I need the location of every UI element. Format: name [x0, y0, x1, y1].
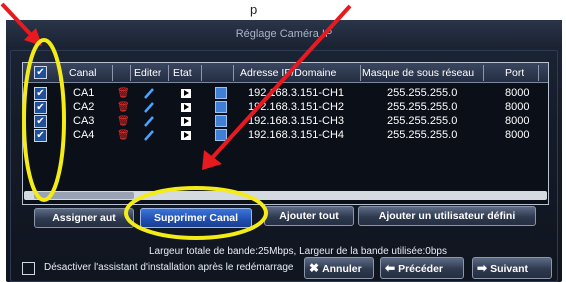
- mask-cell: 255.255.255.0: [387, 101, 458, 113]
- header-separator: [360, 65, 361, 81]
- add-all-button[interactable]: Ajouter tout: [264, 206, 354, 226]
- table-row[interactable]: ✔ CA1 🗑 192.168.3.151-CH1 255.255.255.0 …: [23, 87, 548, 100]
- pencil-icon[interactable]: [143, 101, 155, 114]
- canal-cell: CA2: [73, 101, 95, 113]
- edit-icon[interactable]: [215, 129, 227, 141]
- col-mask[interactable]: Masque de sous réseau: [362, 63, 480, 83]
- col-canal[interactable]: Canal: [69, 63, 96, 83]
- mask-cell: 255.255.255.0: [387, 115, 458, 127]
- header-separator: [233, 65, 234, 81]
- header-separator: [168, 65, 169, 81]
- trash-icon[interactable]: 🗑: [117, 88, 130, 99]
- table-row[interactable]: ✔ CA4 🗑 192.168.3.151-CH4 255.255.255.0 …: [23, 129, 548, 142]
- address-cell: 192.168.3.151-CH3: [248, 115, 345, 127]
- header-separator: [538, 65, 539, 81]
- cancel-label: Annuler: [322, 263, 362, 275]
- canal-cell: CA3: [73, 115, 95, 127]
- row-checkbox[interactable]: ✔: [34, 101, 47, 114]
- address-cell: 192.168.3.151-CH2: [248, 101, 345, 113]
- edit-icon[interactable]: [215, 101, 227, 113]
- header-separator: [483, 65, 484, 81]
- port-cell: 8000: [505, 129, 530, 141]
- address-cell: 192.168.3.151-CH1: [248, 87, 345, 99]
- scrollbar-thumb[interactable]: [34, 192, 134, 199]
- horizontal-scrollbar[interactable]: [24, 191, 547, 200]
- trash-icon[interactable]: 🗑: [117, 102, 130, 113]
- next-button[interactable]: ➡ Suivant: [472, 257, 552, 279]
- table-row[interactable]: ✔ CA3 🗑 192.168.3.151-CH3 255.255.255.0 …: [23, 115, 548, 128]
- row-checkbox[interactable]: ✔: [34, 129, 47, 142]
- next-label: Suivant: [490, 263, 528, 275]
- port-cell: 8000: [505, 115, 530, 127]
- header-separator: [112, 65, 113, 81]
- pencil-icon[interactable]: [143, 115, 155, 128]
- play-icon[interactable]: [181, 103, 191, 112]
- check-icon: ✔: [36, 116, 45, 127]
- mask-cell: 255.255.255.0: [387, 129, 458, 141]
- canal-cell: CA1: [73, 87, 95, 99]
- disable-wizard-checkbox[interactable]: [22, 262, 35, 275]
- assign-button[interactable]: Assigner aut: [34, 208, 134, 228]
- mask-cell: 255.255.255.0: [387, 87, 458, 99]
- header-separator: [59, 65, 60, 81]
- top-caption-text: p: [250, 2, 258, 17]
- header-separator: [201, 65, 202, 81]
- arrow-left-icon: ⬅: [385, 261, 396, 275]
- pencil-icon[interactable]: [143, 87, 155, 100]
- col-etat[interactable]: Etat: [173, 63, 192, 83]
- play-icon[interactable]: [181, 131, 191, 140]
- check-icon: ✔: [36, 102, 45, 113]
- table-row[interactable]: ✔ CA2 🗑 192.168.3.151-CH2 255.255.255.0 …: [23, 101, 548, 114]
- delete-channel-button[interactable]: Supprimer Canal: [140, 208, 252, 228]
- close-icon: ✖: [309, 261, 320, 275]
- port-cell: 8000: [505, 101, 530, 113]
- trash-icon[interactable]: 🗑: [117, 116, 130, 127]
- row-checkbox[interactable]: ✔: [34, 115, 47, 128]
- previous-label: Précéder: [398, 263, 444, 275]
- check-icon: ✔: [36, 88, 45, 99]
- bandwidth-status: Largeur totale de bande:25Mbps, Largeur …: [149, 246, 447, 257]
- canal-cell: CA4: [73, 129, 95, 141]
- play-icon[interactable]: [181, 117, 191, 126]
- header-separator: [130, 65, 131, 81]
- previous-button[interactable]: ⬅ Précéder: [380, 257, 464, 279]
- trash-icon[interactable]: 🗑: [117, 130, 130, 141]
- address-cell: 192.168.3.151-CH4: [248, 129, 345, 141]
- cancel-button[interactable]: ✖ Annuler: [304, 257, 374, 279]
- table-header: ✔ Canal Editer Etat Adresse IP/Domaine M…: [23, 63, 548, 83]
- edit-icon[interactable]: [215, 115, 227, 127]
- col-editer[interactable]: Editer: [134, 63, 161, 83]
- check-icon: ✔: [36, 130, 45, 141]
- edit-icon[interactable]: [215, 87, 227, 99]
- col-port[interactable]: Port: [505, 63, 524, 83]
- row-checkbox[interactable]: ✔: [34, 87, 47, 100]
- disable-wizard-label: Désactiver l'assistant d'installation ap…: [44, 262, 294, 273]
- window-title: Réglage Caméra IP: [6, 20, 562, 48]
- col-address[interactable]: Adresse IP/Domaine: [240, 63, 358, 83]
- port-cell: 8000: [505, 87, 530, 99]
- add-user-defined-button[interactable]: Ajouter un utilisateur défini: [358, 206, 536, 226]
- check-icon: ✔: [36, 67, 45, 78]
- select-all-checkbox[interactable]: ✔: [34, 66, 47, 79]
- dvr-screen: Réglage Caméra IP ✔ Canal Editer Etat Ad…: [6, 20, 562, 282]
- arrow-right-icon: ➡: [477, 261, 488, 275]
- pencil-icon[interactable]: [143, 129, 155, 142]
- play-icon[interactable]: [181, 89, 191, 98]
- camera-table: ✔ Canal Editer Etat Adresse IP/Domaine M…: [22, 62, 549, 205]
